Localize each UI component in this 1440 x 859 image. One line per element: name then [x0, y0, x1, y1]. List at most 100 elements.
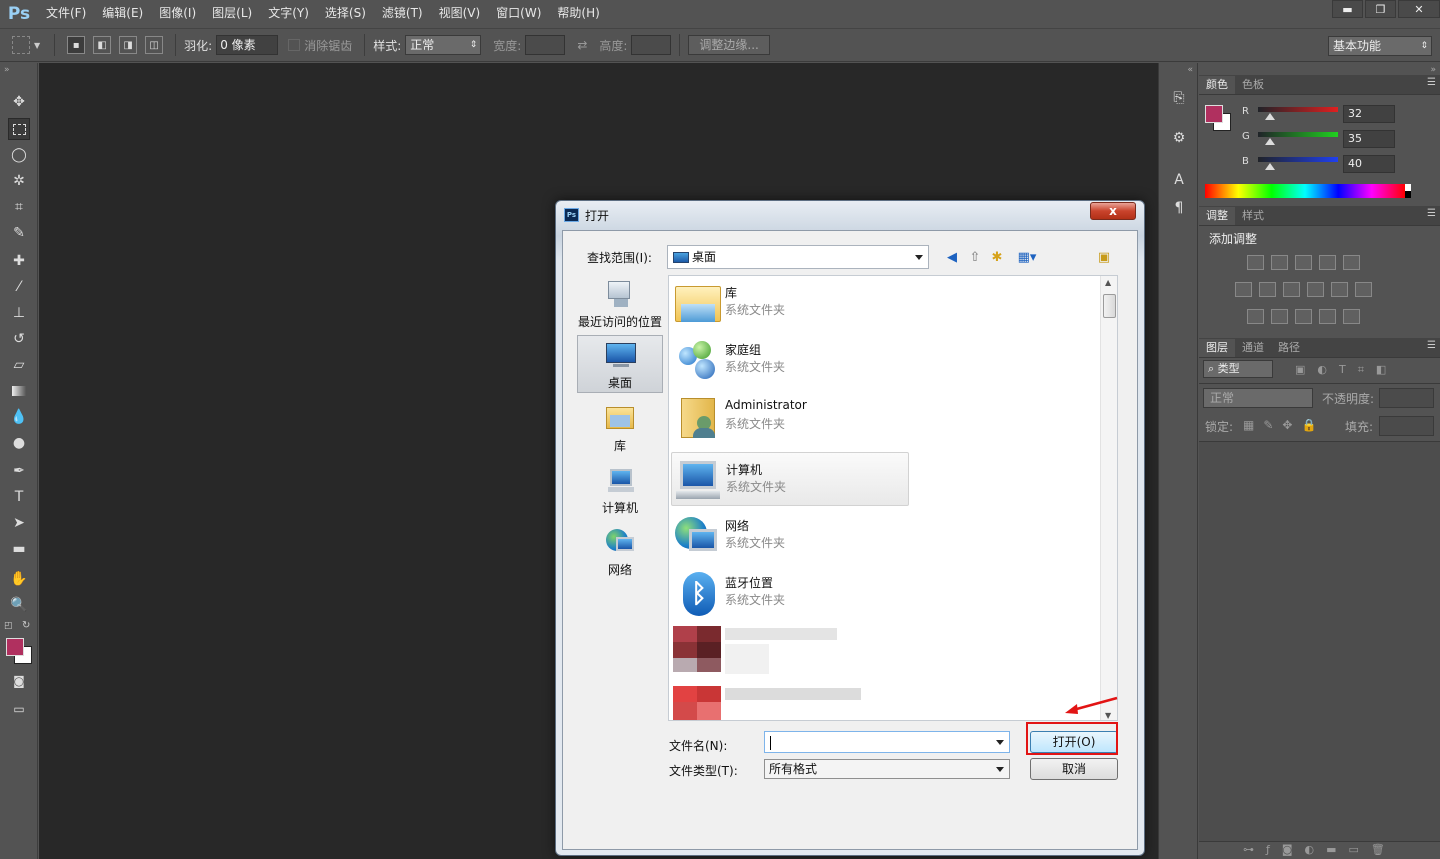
brightness-icon[interactable] [1247, 255, 1264, 270]
hand-tool-icon[interactable]: ✋ [8, 568, 30, 590]
threshold-icon[interactable] [1295, 309, 1312, 324]
blue-bar[interactable] [1258, 157, 1338, 162]
height-input[interactable] [631, 35, 672, 55]
red-knob[interactable] [1265, 113, 1275, 120]
hue-saturation-icon[interactable] [1235, 282, 1252, 297]
blur-tool-icon[interactable]: 💧 [8, 406, 30, 428]
stamp-tool-icon[interactable]: ⊥ [8, 302, 30, 324]
blue-value[interactable]: 40 [1343, 155, 1395, 173]
red-slider[interactable]: R 32 [1199, 103, 1440, 123]
dodge-tool-icon[interactable]: ● [8, 432, 30, 454]
view-menu-icon[interactable]: ▦▾ [1013, 249, 1041, 265]
brush-tool-icon[interactable]: ⁄ [8, 276, 30, 298]
dialog-close-button[interactable]: x [1090, 202, 1136, 220]
collapse-icon[interactable]: « [1187, 65, 1193, 75]
color-spectrum[interactable] [1205, 184, 1411, 198]
feather-input[interactable]: 0 像素 [216, 35, 279, 55]
black-white-swatch[interactable] [1405, 184, 1411, 198]
zoom-tool-icon[interactable]: 🔍 [8, 594, 30, 616]
blue-knob[interactable] [1265, 163, 1275, 170]
eyedropper-tool-icon[interactable]: ✎ [8, 222, 30, 244]
tab-paths[interactable]: 路径 [1271, 339, 1307, 357]
eraser-tool-icon[interactable]: ▱ [8, 354, 30, 376]
character-icon[interactable]: A [1168, 169, 1190, 191]
scrollbar-thumb[interactable] [1103, 294, 1116, 318]
menu-image[interactable]: 图像(I) [151, 0, 204, 27]
place-network[interactable]: 网络 [577, 523, 663, 581]
fill-input[interactable] [1379, 416, 1434, 436]
minimize-button[interactable]: ▬ [1332, 0, 1363, 18]
levels-icon[interactable] [1271, 255, 1288, 270]
layer-filter-icons[interactable]: ▣◐T⌗◧ [1295, 363, 1398, 377]
collapse-icon[interactable]: » [4, 65, 10, 75]
file-item-bluetooth[interactable]: ᛒ 蓝牙位置 系统文件夹 [671, 566, 909, 620]
green-value[interactable]: 35 [1343, 130, 1395, 148]
file-type-select[interactable]: 所有格式 [764, 759, 1010, 779]
up-folder-icon[interactable]: ⇧ [966, 249, 984, 265]
paragraph-icon[interactable]: ¶ [1168, 197, 1190, 219]
workspace-select[interactable]: 基本功能 ⇕ [1328, 36, 1432, 56]
posterize-icon[interactable] [1271, 309, 1288, 324]
antialias-checkbox[interactable] [288, 39, 301, 51]
pen-tool-icon[interactable]: ✒ [8, 460, 30, 482]
lock-icons[interactable]: ▦✎✥🔒 [1243, 418, 1325, 432]
magic-wand-tool-icon[interactable]: ✲ [8, 170, 30, 192]
file-item-libraries[interactable]: 库 系统文件夹 [671, 276, 909, 330]
file-list[interactable]: 库 系统文件夹 家庭组 系统文件夹 Administrator 系统文件夹 计算… [668, 275, 1118, 721]
file-item-homegroup[interactable]: 家庭组 系统文件夹 [671, 333, 909, 387]
dialog-titlebar[interactable]: Ps 打开 x [556, 201, 1144, 229]
crop-tool-icon[interactable]: ⌗ [8, 196, 30, 218]
layer-kind-filter[interactable]: ⌕ 类型 [1203, 360, 1273, 378]
new-selection-icon[interactable]: ▪ [67, 36, 86, 54]
file-item-computer[interactable]: 计算机 系统文件夹 [671, 452, 909, 506]
refine-edge-button[interactable]: 调整边缘... [688, 35, 770, 55]
panel-menu-icon[interactable]: ☰ [1427, 340, 1436, 351]
place-desktop[interactable]: 桌面 [577, 335, 663, 393]
new-folder-icon[interactable]: ✱ [988, 249, 1006, 265]
width-input[interactable] [525, 35, 566, 55]
tab-styles[interactable]: 样式 [1235, 207, 1271, 225]
menu-filter[interactable]: 滤镜(T) [374, 0, 431, 27]
menu-view[interactable]: 视图(V) [431, 0, 489, 27]
invert-icon[interactable] [1247, 309, 1264, 324]
exposure-icon[interactable] [1319, 255, 1336, 270]
photo-filter-icon[interactable] [1307, 282, 1324, 297]
blend-mode-select[interactable]: 正常 [1203, 388, 1313, 408]
history-icon[interactable]: ⎘ [1168, 87, 1190, 109]
green-bar[interactable] [1258, 132, 1338, 137]
channel-mixer-icon[interactable] [1331, 282, 1348, 297]
lasso-tool-icon[interactable]: ◯ [8, 144, 30, 166]
swap-icon[interactable]: ⇄ [577, 38, 587, 52]
file-list-scrollbar[interactable]: ▲ ▼ [1100, 276, 1117, 720]
marquee-preset-icon[interactable] [12, 36, 30, 54]
healing-brush-tool-icon[interactable]: ✚ [8, 250, 30, 272]
green-knob[interactable] [1265, 138, 1275, 145]
collapse-icon[interactable]: » [1430, 65, 1436, 75]
marquee-tool-icon[interactable] [8, 118, 30, 140]
black-white-icon[interactable] [1283, 282, 1300, 297]
scroll-up-icon[interactable]: ▲ [1105, 278, 1111, 287]
selective-color-icon[interactable] [1319, 309, 1336, 324]
tab-swatches[interactable]: 色板 [1235, 76, 1271, 94]
file-item-administrator[interactable]: Administrator 系统文件夹 [671, 390, 909, 444]
place-recent[interactable]: 最近访问的位置 [577, 275, 663, 333]
layers-list[interactable] [1199, 441, 1440, 841]
properties-icon[interactable]: ⚙ [1168, 127, 1190, 149]
cancel-button[interactable]: 取消 [1030, 758, 1118, 780]
menu-edit[interactable]: 编辑(E) [94, 0, 151, 27]
chevron-down-icon[interactable] [996, 740, 1004, 745]
red-bar[interactable] [1258, 107, 1338, 112]
type-tool-icon[interactable]: T [8, 486, 30, 508]
close-window-button[interactable]: ✕ [1398, 0, 1440, 18]
menu-layer[interactable]: 图层(L) [204, 0, 260, 27]
intersect-selection-icon[interactable]: ◫ [145, 36, 164, 54]
gradient-tool-icon[interactable] [8, 380, 30, 402]
tab-color[interactable]: 颜色 [1199, 76, 1235, 94]
blue-slider[interactable]: B 40 [1199, 153, 1440, 173]
tab-adjustments[interactable]: 调整 [1199, 207, 1235, 225]
favorite-folder-icon[interactable]: ▣ [1095, 249, 1113, 265]
tab-channels[interactable]: 通道 [1235, 339, 1271, 357]
screen-mode-icon[interactable]: ▭ [8, 698, 30, 720]
gradient-map-icon[interactable] [1343, 309, 1360, 324]
chevron-down-icon[interactable]: ▼ [34, 41, 40, 50]
